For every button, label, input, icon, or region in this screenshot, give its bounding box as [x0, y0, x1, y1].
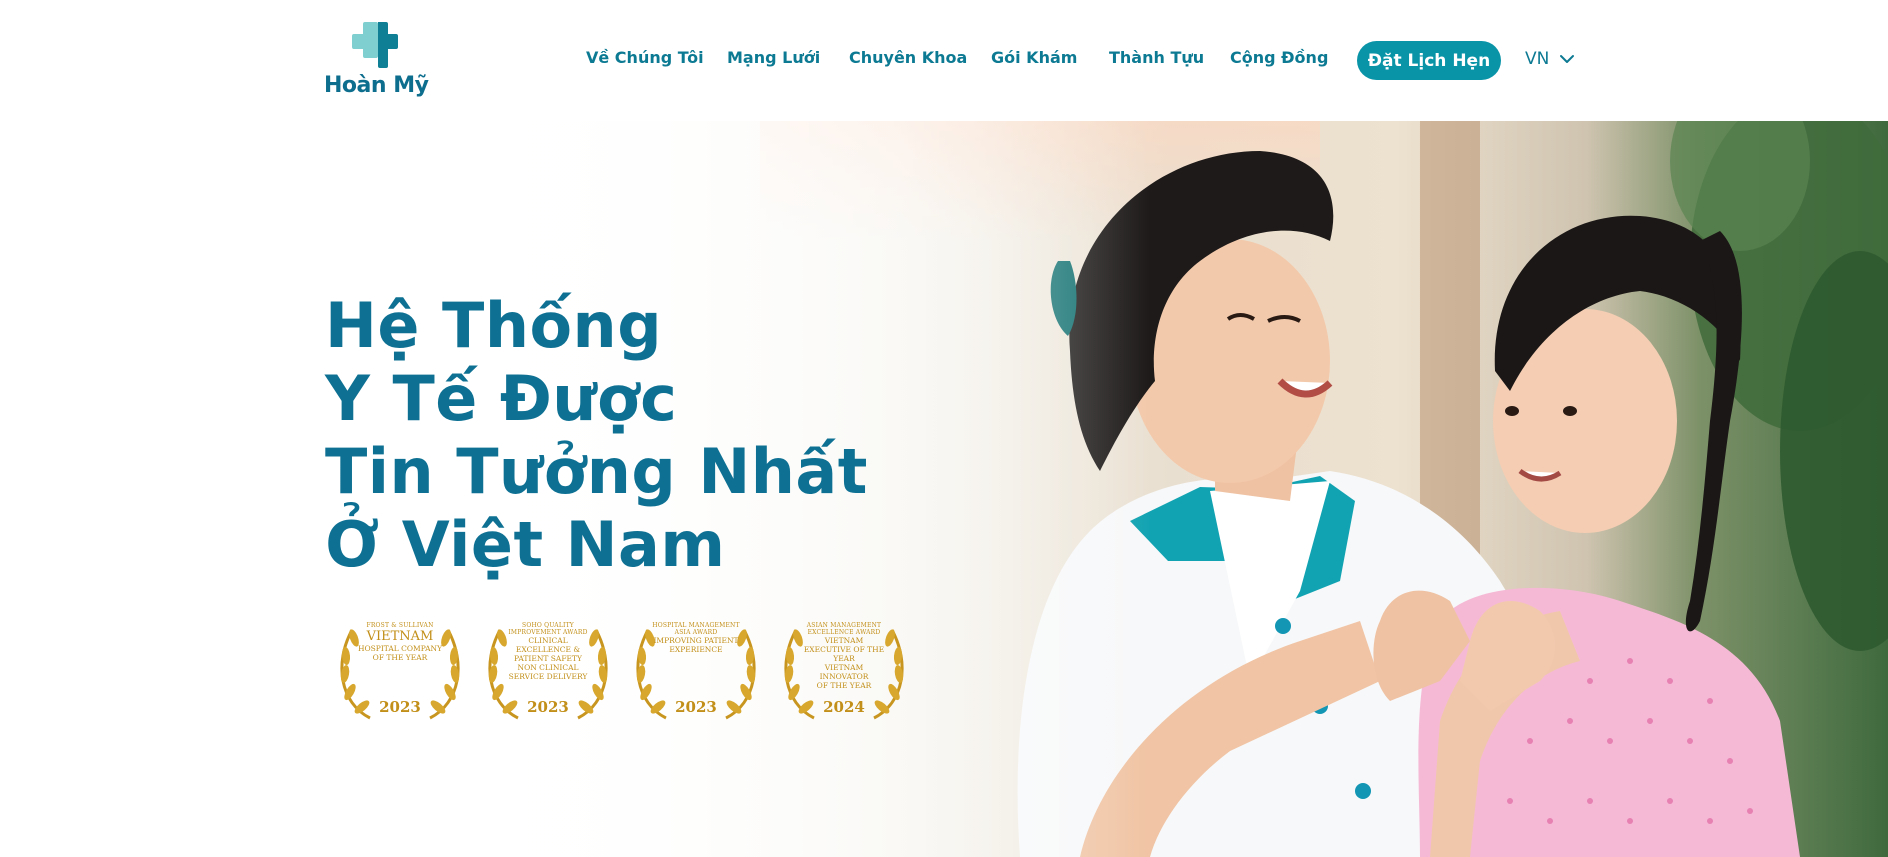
language-label: VN	[1525, 49, 1550, 69]
site-header: Hoàn Mỹ Về Chúng Tôi Mạng Lưới Chuyên Kh…	[0, 0, 1888, 121]
award-title: CLINICAL EXCELLENCE & PATIENT SAFETY	[514, 636, 582, 663]
award-title: VIETNAM	[366, 629, 434, 644]
chevron-down-icon	[1560, 55, 1575, 63]
award-year: 2023	[379, 698, 421, 716]
nav-item-specialties[interactable]: Chuyên Khoa	[849, 48, 967, 67]
nav-item-community[interactable]: Cộng Đồng	[1230, 48, 1328, 67]
award-badge: HOSPITAL MANAGEMENT ASIA AWARD IMPROVING…	[626, 608, 766, 730]
book-appointment-button[interactable]: Đặt Lịch Hẹn	[1357, 41, 1501, 80]
nav-item-about-us[interactable]: Về Chúng Tôi	[586, 48, 704, 67]
logo-text: Hoàn Mỹ	[324, 73, 429, 98]
nav-item-health-packages[interactable]: Gói Khám	[991, 48, 1077, 67]
hero-headline: Hệ Thống Y Tế Được Tin Tưởng Nhất Ở Việt…	[325, 289, 868, 581]
award-organization: FROST & SULLIVAN	[366, 622, 434, 629]
award-organization: SOHO QUALITY IMPROVEMENT AWARD	[508, 622, 588, 636]
hero-headline-line-2: Y Tế Được	[325, 362, 678, 435]
award-subtitle: HOSPITAL COMPANY	[357, 644, 443, 653]
award-subtitle: OF THE YEAR	[372, 653, 428, 662]
award-year: 2024	[823, 698, 865, 716]
award-year: 2023	[527, 698, 569, 716]
award-organization: ASIAN MANAGEMENT EXCELLENCE AWARD	[806, 622, 882, 636]
award-subtitle: VIETNAM INNOVATOR	[819, 663, 869, 681]
awards-row: FROST & SULLIVAN VIETNAM HOSPITAL COMPAN…	[330, 608, 920, 730]
hero-headline-line-4: Ở Việt Nam	[325, 508, 726, 581]
language-selector[interactable]: VN	[1525, 47, 1575, 71]
award-badge: ASIAN MANAGEMENT EXCELLENCE AWARD VIETNA…	[774, 608, 914, 730]
award-subtitle: OF THE YEAR	[816, 681, 872, 690]
award-subtitle: SERVICE DELIVERY	[508, 672, 588, 681]
award-organization: HOSPITAL MANAGEMENT ASIA AWARD	[652, 622, 740, 636]
main-nav: Về Chúng Tôi Mạng Lưới Chuyên Khoa Gói K…	[0, 48, 1888, 72]
award-title: IMPROVING PATIENT	[653, 636, 739, 645]
award-badge: FROST & SULLIVAN VIETNAM HOSPITAL COMPAN…	[330, 608, 470, 730]
hero-section: Hệ Thống Y Tế Được Tin Tưởng Nhất Ở Việt…	[0, 121, 1888, 857]
award-subtitle: NON CLINICAL	[517, 663, 579, 672]
award-title: VIETNAM EXECUTIVE OF THE YEAR	[803, 636, 885, 663]
award-subtitle: EXPERIENCE	[669, 645, 723, 654]
award-year: 2023	[675, 698, 717, 716]
hero-headline-line-3: Tin Tưởng Nhất	[325, 435, 868, 508]
nav-item-achievements[interactable]: Thành Tựu	[1109, 48, 1204, 67]
hero-headline-line-1: Hệ Thống	[325, 289, 663, 362]
nav-item-network[interactable]: Mạng Lưới	[727, 48, 820, 67]
award-badge: SOHO QUALITY IMPROVEMENT AWARD CLINICAL …	[478, 608, 618, 730]
